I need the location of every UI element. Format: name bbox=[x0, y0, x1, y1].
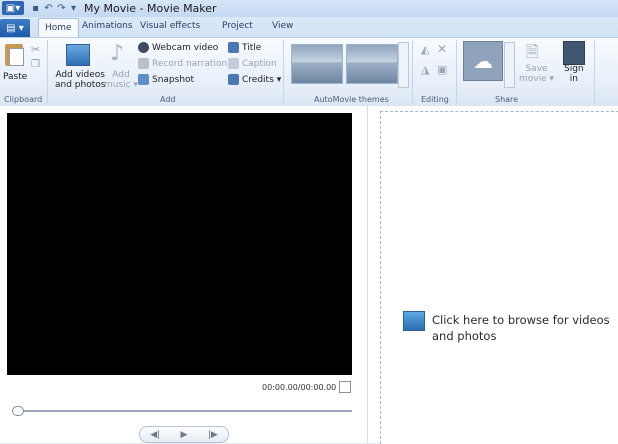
tab-view[interactable]: View bbox=[272, 21, 293, 31]
add-music-button[interactable]: Add music ▾ bbox=[104, 70, 138, 90]
sign-in-icon[interactable] bbox=[563, 41, 585, 65]
credits-icon bbox=[228, 74, 239, 85]
sign-in-label: Sign bbox=[564, 64, 584, 74]
next-frame-icon[interactable]: |▶ bbox=[208, 430, 218, 440]
divider bbox=[456, 40, 457, 104]
divider bbox=[412, 40, 413, 104]
video-preview[interactable] bbox=[7, 113, 352, 375]
caption-label: Caption bbox=[242, 58, 277, 69]
save-movie-button[interactable]: Save movie ▾ bbox=[519, 64, 554, 84]
rotate-left-icon[interactable]: ◭ bbox=[421, 43, 429, 56]
microphone-icon bbox=[138, 58, 149, 69]
qat-dropdown-icon[interactable]: ▾ bbox=[66, 1, 81, 15]
add-videos-label-2: and photos bbox=[55, 80, 106, 90]
save-movie-label: Save bbox=[525, 64, 548, 74]
file-menu-button[interactable]: ▤ ▾ bbox=[0, 19, 30, 37]
split-view-icon[interactable] bbox=[339, 381, 351, 393]
main-content: 00:00.00/00:00.00 ◀| ▶ |▶ Click here to … bbox=[0, 106, 618, 444]
ribbon: Paste ✂ ❐ Clipboard Add videos and photo… bbox=[0, 37, 618, 107]
select-all-icon[interactable]: ▣ bbox=[437, 63, 447, 76]
divider bbox=[283, 40, 284, 104]
title-label: Title bbox=[242, 42, 262, 53]
onedrive-share-button[interactable]: ☁ bbox=[463, 41, 503, 81]
film-photo-icon bbox=[403, 311, 425, 331]
preview-pane: 00:00.00/00:00.00 ◀| ▶ |▶ bbox=[0, 106, 368, 443]
credits-button[interactable]: Credits ▾ bbox=[228, 73, 281, 86]
snapshot-label: Snapshot bbox=[152, 74, 195, 85]
title-button[interactable]: Title bbox=[228, 41, 261, 54]
credits-label: Credits bbox=[242, 74, 274, 85]
seek-thumb[interactable] bbox=[12, 406, 24, 416]
divider bbox=[594, 40, 595, 104]
storyboard-pane[interactable]: Click here to browse for videos and phot… bbox=[380, 111, 618, 444]
play-icon[interactable]: ▶ bbox=[181, 430, 188, 440]
remove-icon[interactable]: ✕ bbox=[437, 42, 447, 56]
playback-controls: ◀| ▶ |▶ bbox=[139, 426, 229, 443]
rotate-right-icon[interactable]: ◮ bbox=[421, 63, 429, 76]
title-bar: ▣▾ ▪ ↶ ↷ ▾ My Movie - Movie Maker bbox=[0, 0, 618, 17]
copy-icon[interactable]: ❐ bbox=[31, 59, 40, 70]
add-music-label: Add bbox=[112, 70, 130, 80]
automovie-theme-2[interactable] bbox=[346, 44, 398, 84]
app-menu-icon[interactable]: ▣▾ bbox=[2, 1, 24, 15]
themes-group-label: AutoMovie themes bbox=[314, 95, 389, 104]
add-videos-label: Add videos bbox=[55, 70, 105, 80]
themes-gallery-scroll[interactable] bbox=[398, 42, 409, 88]
tab-home[interactable]: Home bbox=[38, 18, 79, 38]
music-note-icon[interactable]: ♪ bbox=[110, 41, 124, 66]
cloud-icon: ☁ bbox=[473, 49, 493, 73]
sign-in-button[interactable]: Sign in bbox=[564, 64, 584, 84]
ribbon-tabs: ▤ ▾ Home Animations Visual effects Proje… bbox=[0, 17, 618, 38]
paste-icon[interactable] bbox=[5, 44, 24, 66]
title-icon bbox=[228, 42, 239, 53]
add-music-label-2: music bbox=[104, 80, 131, 90]
share-group-label: Share bbox=[495, 95, 519, 104]
snapshot-icon bbox=[138, 74, 149, 85]
divider bbox=[47, 40, 48, 104]
caption-icon bbox=[228, 58, 239, 69]
cut-icon[interactable]: ✂ bbox=[31, 43, 40, 56]
editing-group-label: Editing bbox=[421, 95, 449, 104]
tab-project[interactable]: Project bbox=[222, 21, 253, 31]
automovie-theme-1[interactable] bbox=[291, 44, 343, 84]
window-title: My Movie - Movie Maker bbox=[84, 2, 217, 15]
save-movie-label-2: movie bbox=[519, 74, 547, 84]
share-gallery-scroll[interactable] bbox=[504, 42, 515, 88]
seek-track[interactable] bbox=[12, 410, 352, 412]
tab-animations[interactable]: Animations bbox=[82, 21, 133, 31]
add-videos-button[interactable]: Add videos and photos bbox=[55, 70, 105, 90]
browse-text: Click here to browse for videos and phot… bbox=[432, 313, 610, 343]
webcam-label: Webcam video bbox=[152, 42, 219, 53]
webcam-icon bbox=[138, 42, 149, 53]
add-group-label: Add bbox=[160, 95, 176, 104]
add-videos-icon[interactable] bbox=[66, 44, 90, 66]
clipboard-group-label: Clipboard bbox=[4, 95, 43, 104]
paste-button[interactable]: Paste bbox=[3, 72, 27, 82]
record-narration-button[interactable]: Record narration ▾ bbox=[138, 57, 235, 70]
caption-button[interactable]: Caption bbox=[228, 57, 277, 70]
previous-frame-icon[interactable]: ◀| bbox=[150, 430, 160, 440]
browse-prompt[interactable]: Click here to browse for videos and phot… bbox=[403, 311, 615, 344]
narration-label: Record narration bbox=[152, 58, 228, 69]
snapshot-button[interactable]: Snapshot bbox=[138, 73, 194, 86]
sign-in-label-2: in bbox=[569, 74, 578, 84]
tab-visual-effects[interactable]: Visual effects bbox=[140, 21, 200, 31]
webcam-video-button[interactable]: Webcam video bbox=[138, 41, 218, 54]
playback-time: 00:00.00/00:00.00 bbox=[262, 383, 337, 392]
